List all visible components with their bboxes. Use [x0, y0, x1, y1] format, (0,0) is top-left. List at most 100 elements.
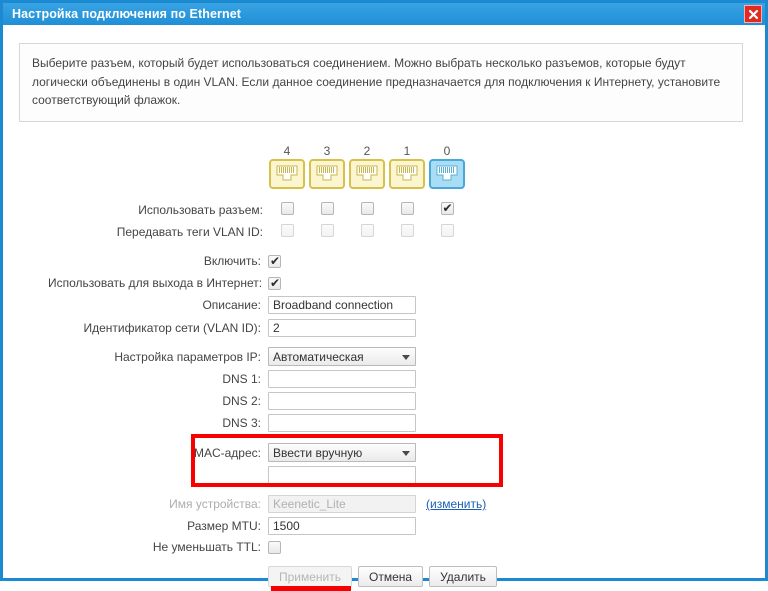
mac-address-row: MAC-адрес: Ввести вручную	[48, 443, 416, 462]
checkbox-cell	[268, 202, 306, 215]
use-port-checkbox-2[interactable]	[360, 202, 374, 215]
checkbox-cell	[308, 224, 346, 237]
ethernet-port-icon-wan[interactable]	[429, 159, 465, 189]
button-bar: Применить Отмена Удалить	[268, 566, 503, 587]
vlan-tag-checkbox-1[interactable]	[400, 224, 414, 237]
delete-button[interactable]: Удалить	[429, 566, 497, 587]
vlan-id-label: Идентификатор сети (VLAN ID):	[83, 321, 262, 335]
ip-config-select[interactable]: Автоматическая	[268, 347, 416, 366]
title-bar: Настройка подключения по Ethernet	[3, 3, 765, 25]
mtu-label: Размер MTU:	[187, 519, 261, 533]
description-label: Описание:	[202, 298, 261, 312]
close-icon[interactable]	[744, 5, 762, 23]
port-number: 4	[283, 144, 291, 158]
mac-address-value: Ввести вручную	[273, 445, 363, 460]
mac-manual-input[interactable]	[268, 466, 416, 484]
dialog-body: Выберите разъем, который будет использов…	[3, 25, 765, 591]
cancel-button[interactable]: Отмена	[358, 566, 424, 587]
vlan-tag-label: Передавать теги VLAN ID:	[116, 225, 263, 239]
use-port-checkbox-4[interactable]	[280, 202, 294, 215]
dns1-input[interactable]	[268, 370, 416, 388]
info-description: Выберите разъем, который будет использов…	[19, 43, 743, 122]
device-name-label: Имя устройства:	[169, 497, 261, 511]
vlan-tag-checkbox-row	[268, 224, 468, 237]
ttl-row: Не уменьшать TTL:	[48, 540, 281, 554]
vlan-tag-checkbox-4[interactable]	[280, 224, 294, 237]
ethernet-port-icon[interactable]	[389, 159, 425, 189]
ethernet-connection-dialog: Настройка подключения по Ethernet Выбери…	[0, 0, 768, 591]
use-port-checkbox-row: ✔	[268, 202, 468, 215]
dns2-input[interactable]	[268, 392, 416, 410]
vlan-tag-checkbox-3[interactable]	[320, 224, 334, 237]
port-column: 3	[308, 143, 346, 189]
ttl-checkbox[interactable]	[268, 540, 281, 554]
ethernet-port-icon[interactable]	[309, 159, 345, 189]
dns2-label: DNS 2:	[222, 394, 261, 408]
port-number-row: 4 3 2 1 0	[268, 143, 468, 189]
mac-address-label: MAC-адрес:	[193, 445, 261, 460]
checkbox-cell	[308, 202, 346, 215]
dns3-input[interactable]	[268, 414, 416, 432]
description-row: Описание:	[48, 296, 416, 314]
port-column: 4	[268, 143, 306, 189]
ip-config-value: Автоматическая	[273, 349, 364, 364]
vlan-id-input[interactable]	[268, 319, 416, 337]
checkbox-cell	[348, 202, 386, 215]
ttl-label: Не уменьшать TTL:	[152, 540, 261, 554]
use-port-checkbox-1[interactable]	[400, 202, 414, 215]
ip-config-row: Настройка параметров IP: Автоматическая	[48, 347, 416, 366]
rj45-jack-icon	[436, 165, 458, 185]
port-number: 1	[403, 144, 411, 158]
description-input[interactable]	[268, 296, 416, 314]
internet-row: Использовать для выхода в Интернет: ✔	[48, 276, 281, 290]
port-column: 0	[428, 143, 466, 189]
use-port-checkbox-3[interactable]	[320, 202, 334, 215]
use-port-label: Использовать разъем:	[138, 203, 263, 217]
vlan-id-row: Идентификатор сети (VLAN ID):	[48, 319, 416, 337]
device-name-row: Имя устройства: (изменить)	[48, 495, 486, 513]
check-icon: ✔	[270, 253, 281, 268]
use-port-checkbox-0[interactable]: ✔	[440, 201, 454, 215]
vlan-tag-checkbox-2[interactable]	[360, 224, 374, 237]
mac-address-select[interactable]: Ввести вручную	[268, 443, 416, 462]
enable-checkbox[interactable]: ✔	[268, 253, 281, 268]
chevron-down-icon	[402, 354, 410, 360]
rj45-jack-icon	[356, 165, 378, 185]
check-icon: ✔	[442, 201, 453, 215]
mac-manual-row	[48, 466, 416, 484]
port-number: 3	[323, 144, 331, 158]
internet-label: Использовать для выхода в Интернет:	[48, 276, 263, 290]
dns3-row: DNS 3:	[48, 414, 416, 432]
port-number: 0	[443, 144, 451, 158]
ethernet-port-icon[interactable]	[269, 159, 305, 189]
checkbox-cell	[428, 224, 466, 237]
annotation-underline	[271, 586, 351, 591]
checkbox-cell	[388, 202, 426, 215]
port-column: 1	[388, 143, 426, 189]
dns3-label: DNS 3:	[222, 416, 261, 430]
rj45-jack-icon	[316, 165, 338, 185]
apply-button[interactable]: Применить	[268, 566, 353, 587]
mtu-row: Размер MTU:	[48, 517, 416, 535]
checkbox-cell	[388, 224, 426, 237]
enable-row: Включить: ✔	[48, 254, 281, 268]
change-device-name-link[interactable]: (изменить)	[426, 497, 486, 511]
check-icon: ✔	[270, 275, 281, 290]
dns2-row: DNS 2:	[48, 392, 416, 410]
enable-label: Включить:	[203, 254, 261, 268]
vlan-tag-checkbox-0[interactable]	[440, 224, 454, 237]
internet-checkbox[interactable]: ✔	[268, 275, 281, 290]
checkbox-cell	[348, 224, 386, 237]
checkbox-cell: ✔	[428, 202, 466, 215]
port-column: 2	[348, 143, 386, 189]
mtu-input[interactable]	[268, 517, 416, 535]
port-selector: 4 3 2 1 0	[268, 143, 468, 189]
ethernet-port-icon[interactable]	[349, 159, 385, 189]
rj45-jack-icon	[276, 165, 298, 185]
rj45-jack-icon	[396, 165, 418, 185]
port-number: 2	[363, 144, 371, 158]
page-title: Настройка подключения по Ethernet	[12, 7, 242, 21]
dns1-label: DNS 1:	[222, 372, 261, 386]
checkbox-cell	[268, 224, 306, 237]
device-name-input	[268, 495, 416, 513]
